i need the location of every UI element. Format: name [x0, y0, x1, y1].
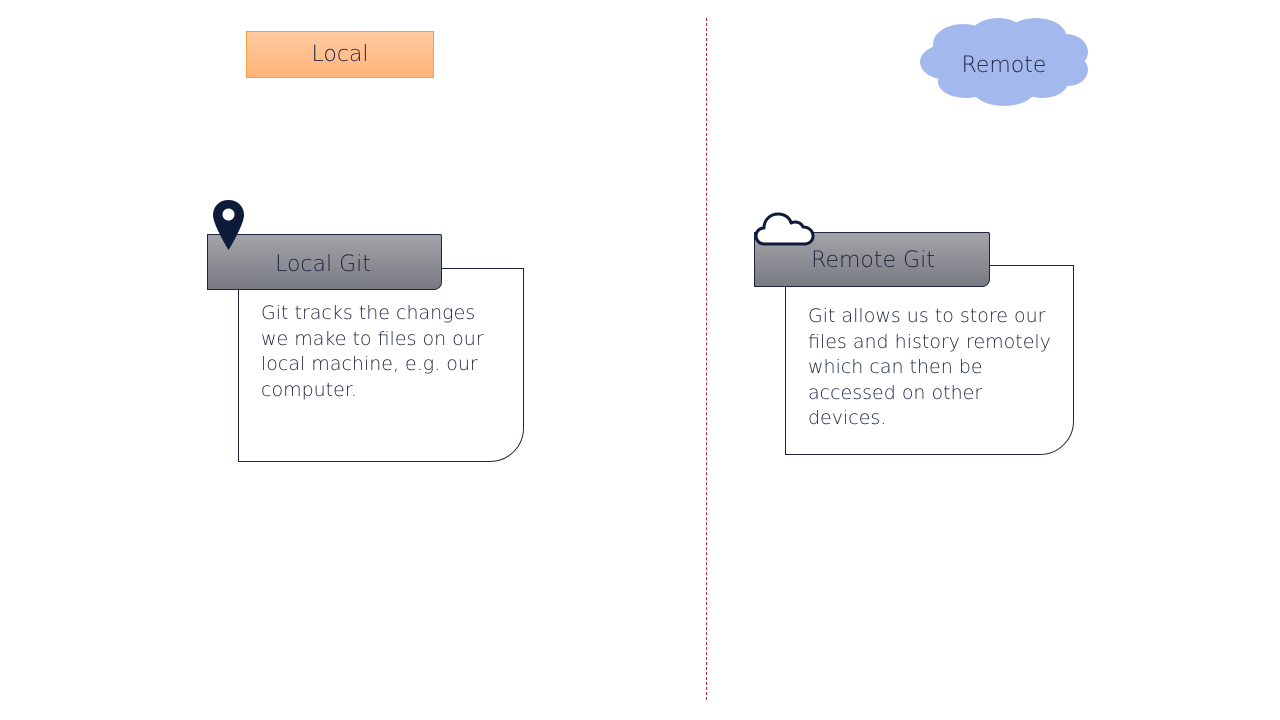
remote-git-description: Git allows us to store our files and his… — [808, 305, 1051, 429]
remote-header-cloud: Remote — [918, 14, 1090, 110]
remote-git-title: Remote Git — [811, 247, 935, 273]
section-divider — [706, 18, 707, 700]
local-header-label: Local — [311, 42, 369, 67]
local-header: Local — [246, 31, 434, 78]
local-git-card: Git tracks the changes we make to files … — [238, 268, 524, 462]
map-pin-icon — [213, 200, 244, 250]
local-git-title: Local Git — [275, 251, 371, 277]
remote-header-label: Remote — [961, 52, 1047, 78]
remote-git-card: Git allows us to store our files and his… — [785, 265, 1074, 455]
cloud-outline-icon — [754, 212, 815, 246]
local-git-description: Git tracks the changes we make to files … — [261, 302, 484, 401]
